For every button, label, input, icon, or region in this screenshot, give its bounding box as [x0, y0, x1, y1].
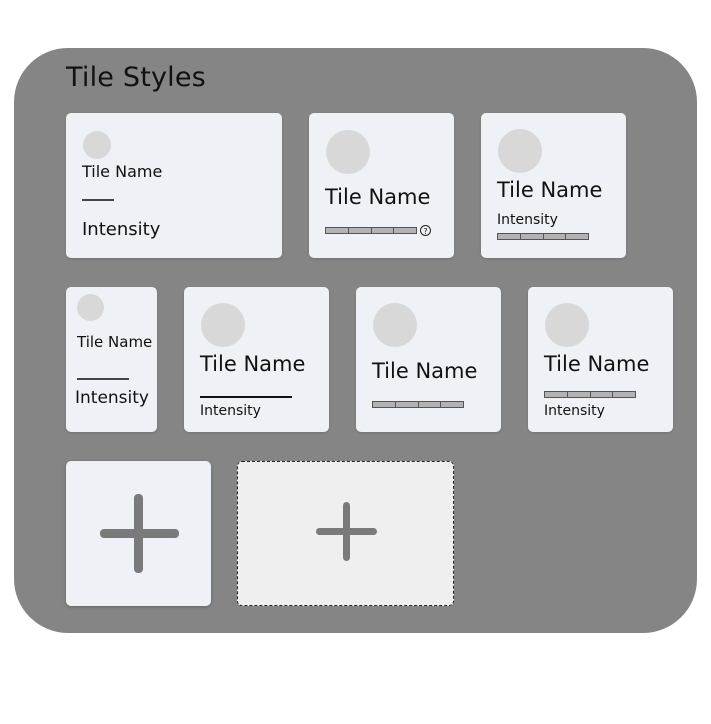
intensity-line	[77, 378, 129, 380]
tile-icon-placeholder	[545, 303, 589, 347]
tile-name: Tile Name	[497, 178, 603, 202]
tile-icon-placeholder	[498, 129, 542, 173]
tile-style-3[interactable]: Tile Name Intensity	[481, 113, 626, 258]
tile-icon-placeholder	[326, 130, 370, 174]
tile-icon-placeholder	[77, 294, 104, 321]
add-tile-placeholder[interactable]	[237, 461, 454, 606]
tile-style-7[interactable]: Tile Name Intensity	[528, 287, 673, 432]
tile-intensity: Intensity	[82, 219, 161, 240]
intensity-segment-bar	[497, 233, 589, 240]
intensity-line	[82, 199, 114, 201]
tile-style-4[interactable]: Tile Name Intensity	[66, 287, 157, 432]
tile-style-6[interactable]: Tile Name	[356, 287, 501, 432]
tile-intensity: Intensity	[544, 403, 605, 419]
tile-icon-placeholder	[201, 303, 245, 347]
tile-name: Tile Name	[544, 352, 650, 376]
tile-name: Tile Name	[372, 359, 478, 383]
tile-intensity: Intensity	[75, 388, 149, 408]
tile-style-5[interactable]: Tile Name Intensity	[184, 287, 329, 432]
tile-intensity: Intensity	[497, 212, 558, 228]
tile-name: Tile Name	[82, 162, 163, 181]
tile-name: Tile Name	[325, 185, 431, 209]
tile-icon-placeholder	[83, 131, 111, 159]
tile-style-2[interactable]: Tile Name ?	[309, 113, 454, 258]
add-tile-button[interactable]	[66, 461, 211, 606]
tile-name: Tile Name	[77, 333, 153, 351]
panel-title: Tile Styles	[66, 62, 206, 93]
intensity-segment-bar	[325, 227, 417, 234]
tile-icon-placeholder	[373, 303, 417, 347]
help-icon[interactable]: ?	[420, 225, 431, 236]
tile-intensity: Intensity	[200, 403, 261, 419]
tile-name: Tile Name	[200, 352, 306, 376]
intensity-line	[200, 396, 292, 398]
intensity-segment-bar	[544, 391, 636, 398]
tile-style-1[interactable]: Tile Name Intensity	[66, 113, 282, 258]
intensity-segment-bar	[372, 401, 464, 408]
